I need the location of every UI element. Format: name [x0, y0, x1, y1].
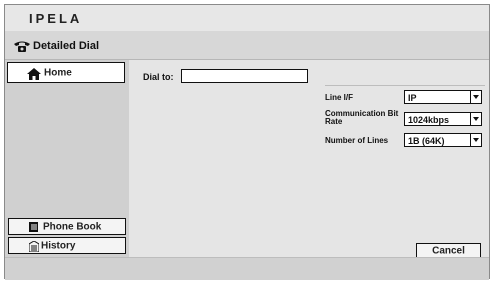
- main-panel: Dial to: Line I/F IP Communication Bit R…: [129, 60, 490, 258]
- num-lines-label: Number of Lines: [325, 136, 389, 145]
- dial-to-label: Dial to:: [143, 72, 174, 82]
- line-if-row: Line I/F IP: [325, 88, 490, 106]
- cancel-label: Cancel: [432, 245, 465, 256]
- line-if-select[interactable]: IP: [404, 90, 482, 104]
- phone-icon: [13, 39, 31, 53]
- detailed-dial-screen: IPELA Detailed Dial Home Phone Book Hist…: [4, 4, 490, 280]
- home-button-label: Home: [44, 67, 72, 78]
- brand-bar: IPELA: [5, 5, 489, 31]
- dial-to-input[interactable]: [181, 69, 308, 83]
- history-label: History: [41, 240, 76, 251]
- cancel-button[interactable]: Cancel: [416, 243, 481, 258]
- num-lines-select[interactable]: 1B (64K): [404, 133, 482, 147]
- home-button[interactable]: Home: [7, 62, 125, 83]
- phone-book-label: Phone Book: [43, 221, 102, 232]
- brand-logo: IPELA: [29, 11, 83, 26]
- page-title: Detailed Dial: [33, 40, 100, 52]
- bit-rate-row: Communication Bit Rate 1024kbps: [325, 109, 490, 127]
- settings-panel: Line I/F IP Communication Bit Rate 1024k…: [325, 85, 490, 157]
- bit-rate-label: Communication Bit Rate: [325, 109, 399, 126]
- chevron-down-icon: [470, 90, 481, 104]
- bit-rate-value: 1024kbps: [408, 115, 450, 125]
- num-lines-value: 1B (64K): [408, 136, 445, 146]
- book-icon: [29, 222, 39, 232]
- chevron-down-icon: [470, 133, 481, 147]
- footer-bar: [5, 257, 489, 280]
- home-icon: [27, 68, 41, 80]
- bit-rate-select[interactable]: 1024kbps: [404, 112, 482, 126]
- line-if-value: IP: [408, 93, 417, 103]
- num-lines-row: Number of Lines 1B (64K): [325, 131, 490, 149]
- history-icon: [28, 240, 40, 253]
- sidebar: Home Phone Book History: [5, 60, 129, 257]
- history-button[interactable]: History: [8, 237, 126, 254]
- divider: [325, 85, 485, 86]
- window-title-bar: Detailed Dial: [5, 31, 489, 60]
- line-if-label: Line I/F: [325, 93, 353, 102]
- phone-book-button[interactable]: Phone Book: [8, 218, 126, 235]
- chevron-down-icon: [470, 112, 481, 126]
